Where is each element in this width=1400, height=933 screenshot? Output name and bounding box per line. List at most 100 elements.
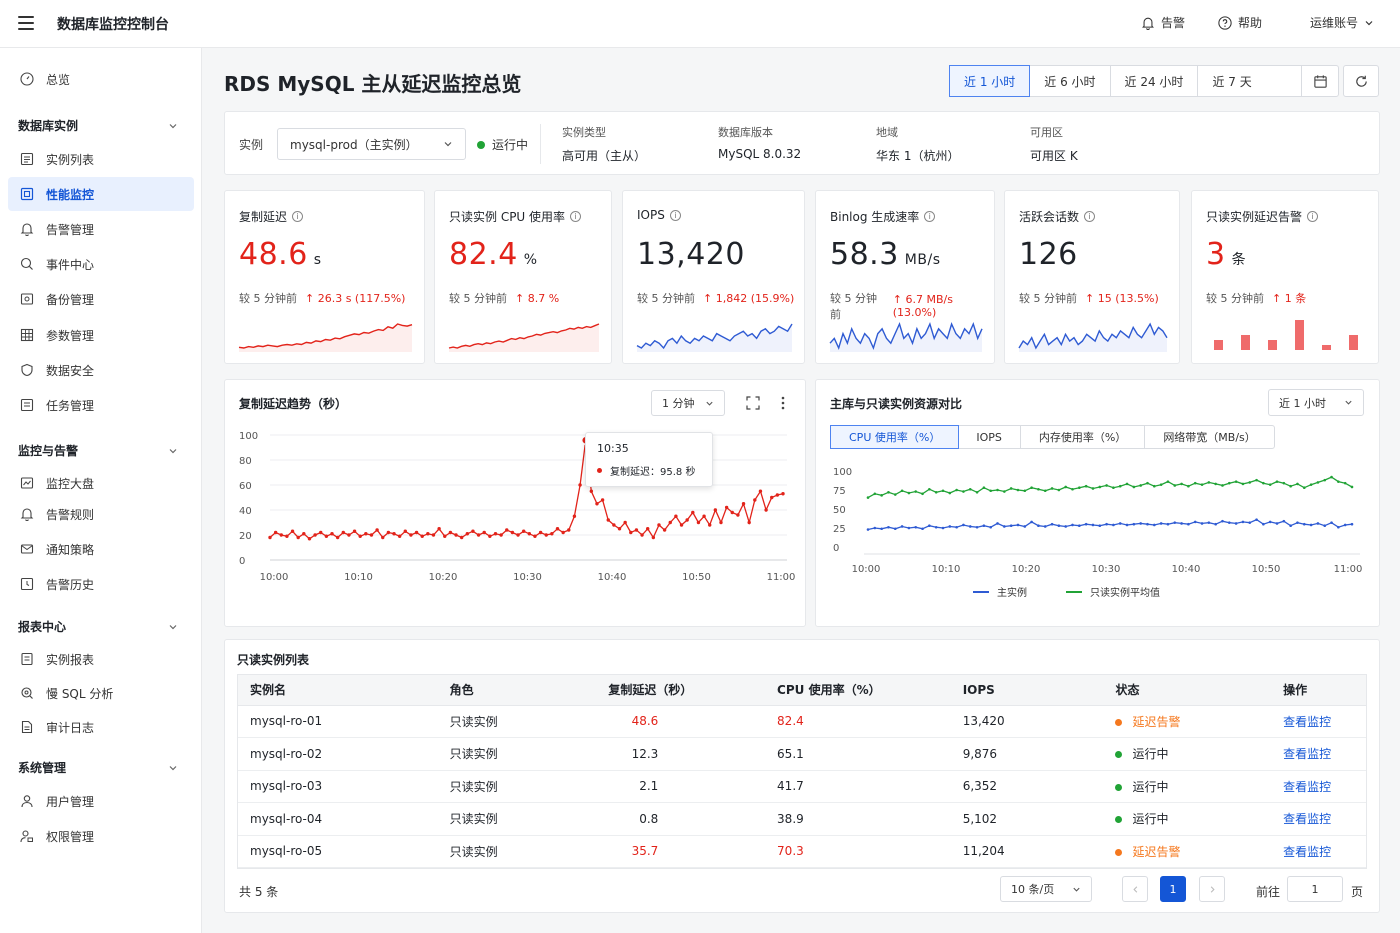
more-icon[interactable] bbox=[780, 395, 786, 411]
calendar-icon bbox=[1314, 74, 1327, 88]
delay-trend-panel: 复制延迟趋势（秒） 1 分钟 100 80 60 40 20 0 10:00 10:10 10:… bbox=[224, 379, 806, 627]
data-point bbox=[708, 523, 712, 527]
sidebar-item-label: 告警历史 bbox=[46, 577, 95, 592]
data-point bbox=[1139, 522, 1142, 525]
data-point bbox=[914, 525, 918, 529]
page-1-button[interactable]: 1 bbox=[1160, 876, 1186, 902]
sidebar-item-tasks[interactable]: 任务管理 bbox=[8, 388, 194, 422]
kpi-card[interactable]: 复制延迟 i 48.6 s 较 5 分钟前 ↑ 26.3 s (117.5%) bbox=[224, 190, 425, 364]
sidebar-item-instance-report[interactable]: 实例报表 bbox=[8, 642, 194, 676]
sidebar-item-params[interactable]: 参数管理 bbox=[8, 318, 194, 352]
range-select[interactable]: 近 1 小时 bbox=[1268, 389, 1364, 416]
sidebar-item-audit-log[interactable]: 审计日志 bbox=[8, 710, 194, 744]
report-icon bbox=[21, 652, 33, 666]
sidebar-item-overview[interactable]: 总览 bbox=[8, 62, 194, 96]
sidebar-item-instance-list[interactable]: 实例列表 bbox=[8, 142, 194, 176]
next-page-button[interactable] bbox=[1199, 876, 1225, 902]
tab-cpu[interactable]: CPU 使用率（%） bbox=[830, 425, 960, 449]
kpi-sparkline bbox=[448, 323, 600, 352]
nav-group-reports[interactable]: 报表中心 bbox=[18, 618, 178, 635]
fullscreen-icon[interactable] bbox=[746, 396, 760, 410]
sidebar-item-alert-rules[interactable]: 告警规则 bbox=[8, 497, 194, 531]
data-point bbox=[1316, 481, 1320, 484]
sidebar-item-notify-policy[interactable]: 通知策略 bbox=[8, 532, 194, 566]
kpi-card[interactable]: 只读实例 CPU 使用率 i 82.4% 较 5 分钟前 ↑ 8.7 % bbox=[434, 190, 612, 364]
nav-group-monitoring[interactable]: 监控与告警 bbox=[18, 442, 178, 459]
sidebar-item-alert-management[interactable]: 告警管理 bbox=[8, 212, 194, 246]
time-tab-24h[interactable]: 近 24 小时 bbox=[1111, 66, 1199, 96]
prev-page-button[interactable] bbox=[1122, 876, 1148, 902]
cell-delay: 35.7 bbox=[596, 835, 766, 868]
data-point bbox=[1309, 483, 1313, 486]
legend-label: 主实例 bbox=[997, 586, 1027, 599]
time-tab-1h[interactable]: 近 1 小时 bbox=[949, 65, 1031, 97]
sidebar-item-users[interactable]: 用户管理 bbox=[8, 784, 194, 818]
instance-select[interactable]: mysql-prod（主实例） bbox=[277, 128, 466, 160]
nav-group-instances[interactable]: 数据库实例 bbox=[18, 117, 178, 134]
data-point bbox=[685, 518, 689, 522]
sidebar-item-performance[interactable]: 性能监控 bbox=[8, 177, 194, 211]
sidebar-item-events[interactable]: 事件中心 bbox=[8, 247, 194, 281]
refresh-button[interactable] bbox=[1343, 65, 1379, 97]
data-point bbox=[1221, 484, 1224, 487]
view-monitor-link[interactable]: 查看监控 bbox=[1283, 780, 1331, 794]
status-dot bbox=[1115, 816, 1123, 824]
status-dot bbox=[1115, 718, 1123, 726]
data-point bbox=[1084, 522, 1088, 526]
data-point bbox=[1037, 524, 1040, 528]
data-point bbox=[420, 534, 424, 538]
data-point bbox=[1262, 522, 1265, 526]
view-monitor-link[interactable]: 查看监控 bbox=[1283, 845, 1331, 859]
data-point bbox=[279, 533, 283, 537]
status-text: 运行中 bbox=[1132, 812, 1169, 827]
page-size-select[interactable]: 10 条/页 bbox=[1000, 876, 1092, 902]
tab-network[interactable]: 网络带宽（MB/s） bbox=[1145, 426, 1273, 448]
sidebar-item-permissions[interactable]: 权限管理 bbox=[8, 819, 194, 853]
data-point bbox=[907, 491, 911, 495]
time-tab-6h[interactable]: 近 6 小时 bbox=[1030, 66, 1111, 96]
kpi-card[interactable]: Binlog 生成速率 i 58.3 MB/s 较 5 分钟前 ↑ 6.7 MB/s … bbox=[815, 190, 995, 364]
data-point bbox=[741, 502, 746, 506]
sidebar-item-backup[interactable]: 备份管理 bbox=[8, 282, 194, 316]
data-point bbox=[1268, 520, 1272, 524]
data-point bbox=[1193, 481, 1197, 485]
sidebar-item-label: 告警管理 bbox=[46, 222, 95, 237]
interval-select[interactable]: 1 分钟 bbox=[651, 390, 725, 416]
chart-icon bbox=[20, 477, 34, 489]
cell-iops: 13,420 bbox=[950, 705, 1104, 738]
cell-delay-value: 48.6 bbox=[631, 714, 659, 729]
data-point bbox=[1241, 482, 1245, 486]
view-monitor-link[interactable]: 查看监控 bbox=[1283, 747, 1331, 761]
data-point bbox=[982, 486, 986, 490]
kpi-card[interactable]: IOPS i 13,420 较 5 分钟前 ↑ 1,842 (15.9%) bbox=[622, 190, 805, 364]
data-point bbox=[521, 529, 526, 533]
data-point bbox=[928, 524, 931, 528]
data-point bbox=[955, 525, 958, 529]
calendar-button[interactable] bbox=[1302, 66, 1338, 96]
user-lock-icon bbox=[20, 830, 33, 843]
kpi-card[interactable]: 只读实例延迟告警 i 3条 较 5 分钟前 ↑ 1 条 bbox=[1191, 190, 1379, 364]
help-button[interactable]: 帮助 bbox=[1218, 14, 1262, 31]
view-monitor-link[interactable]: 查看监控 bbox=[1283, 715, 1331, 729]
sidebar-item-slow-sql[interactable]: 慢 SQL 分析 bbox=[8, 676, 194, 710]
kpi-change: ↑ 15 (13.5%) bbox=[1085, 291, 1159, 305]
data-point bbox=[437, 527, 441, 531]
sidebar-item-dashboard[interactable]: 监控大盘 bbox=[8, 466, 194, 500]
tab-memory[interactable]: 内存使用率（%） bbox=[1021, 426, 1146, 448]
data-point bbox=[948, 491, 952, 495]
goto-page-input[interactable]: 1 bbox=[1287, 876, 1343, 902]
kpi-title-text: Binlog 生成速率 bbox=[830, 210, 920, 224]
menu-icon[interactable] bbox=[18, 16, 34, 30]
time-tab-7d[interactable]: 近 7 天 bbox=[1198, 66, 1303, 96]
sidebar-item-security[interactable]: 数据安全 bbox=[8, 353, 194, 387]
account-menu[interactable]: 运维账号 bbox=[1310, 14, 1374, 31]
nav-group-system[interactable]: 系统管理 bbox=[18, 759, 178, 776]
data-point bbox=[459, 535, 464, 540]
sidebar-item-alert-history[interactable]: 告警历史 bbox=[8, 567, 194, 601]
divider bbox=[540, 124, 541, 164]
tab-iops[interactable]: IOPS bbox=[958, 426, 1021, 448]
field-label-region: 地域 bbox=[876, 126, 898, 139]
view-monitor-link[interactable]: 查看监控 bbox=[1283, 812, 1331, 826]
kpi-card[interactable]: 活跃会话数 i 126 较 5 分钟前 ↑ 15 (13.5%) bbox=[1004, 190, 1180, 364]
alert-button[interactable]: 告警 bbox=[1141, 14, 1185, 31]
